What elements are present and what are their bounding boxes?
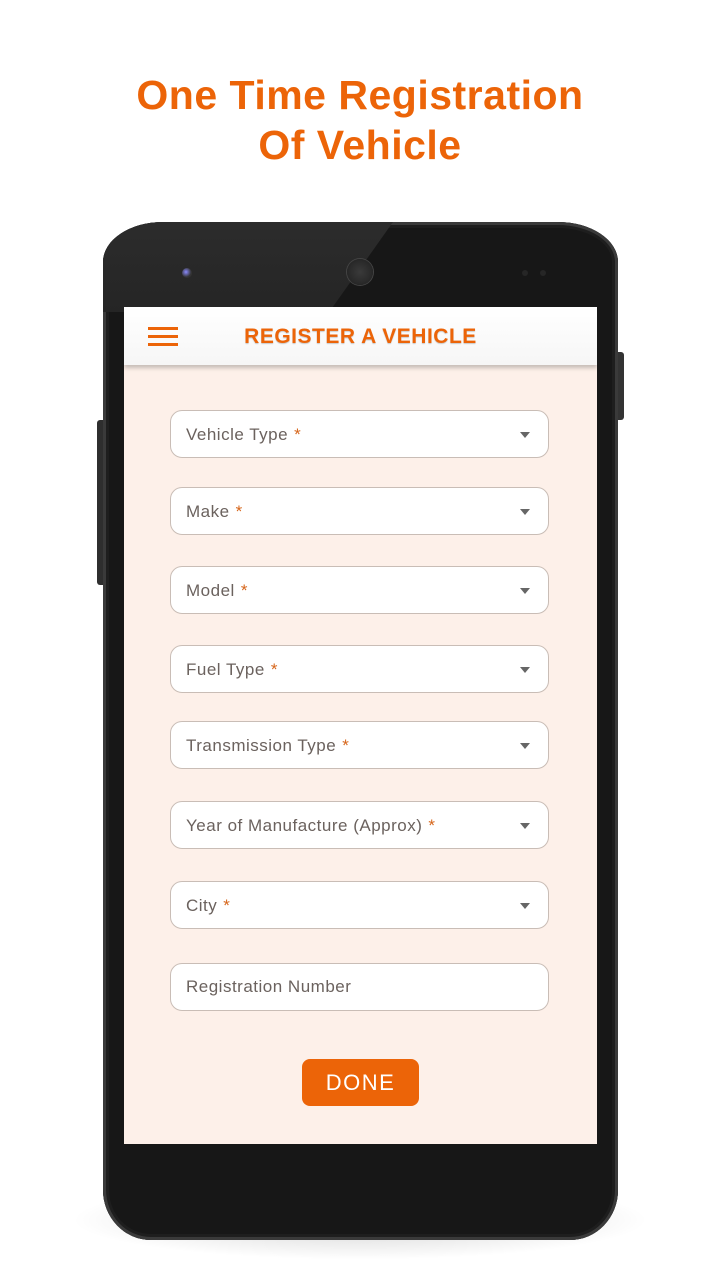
vehicle-type-dropdown[interactable]: Vehicle Type * <box>170 410 549 458</box>
required-marker: * <box>428 816 436 835</box>
field-label: Vehicle Type <box>186 425 289 444</box>
make-dropdown[interactable]: Make * <box>170 487 549 535</box>
field-label: Transmission Type <box>186 736 337 755</box>
app-bar: REGISTER A VEHICLE <box>124 307 597 365</box>
dropdown-arrow-icon <box>520 903 530 909</box>
phone-power-button <box>618 352 624 420</box>
dropdown-arrow-icon <box>520 588 530 594</box>
city-dropdown[interactable]: City * <box>170 881 549 929</box>
transmission-type-dropdown[interactable]: Transmission Type * <box>170 721 549 769</box>
app-screen: REGISTER A VEHICLE Vehicle Type * Make * M… <box>124 307 597 1144</box>
promo-headline: One Time Registration Of Vehicle <box>0 70 720 170</box>
field-label: City <box>186 896 218 915</box>
required-marker: * <box>270 660 278 679</box>
dropdown-arrow-icon <box>520 667 530 673</box>
required-marker: * <box>294 425 302 444</box>
field-label: Make <box>186 502 230 521</box>
earpiece-speaker-icon <box>347 259 373 285</box>
year-of-manufacture-dropdown[interactable]: Year of Manufacture (Approx) * <box>170 801 549 849</box>
field-label: Year of Manufacture (Approx) <box>186 816 423 835</box>
required-marker: * <box>240 581 248 600</box>
fuel-type-dropdown[interactable]: Fuel Type * <box>170 645 549 693</box>
light-sensor-icon <box>540 270 546 276</box>
front-camera-icon <box>182 268 192 278</box>
dropdown-arrow-icon <box>520 432 530 438</box>
registration-number-field[interactable] <box>170 963 549 1011</box>
dropdown-arrow-icon <box>520 509 530 515</box>
dropdown-arrow-icon <box>520 823 530 829</box>
required-marker: * <box>235 502 243 521</box>
required-marker: * <box>342 736 350 755</box>
dropdown-arrow-icon <box>520 743 530 749</box>
headline-line-1: One Time Registration <box>136 72 584 118</box>
registration-number-input[interactable] <box>171 964 548 1010</box>
proximity-sensor-icon <box>522 270 528 276</box>
required-marker: * <box>223 896 231 915</box>
done-button[interactable]: DONE <box>302 1059 419 1106</box>
model-dropdown[interactable]: Model * <box>170 566 549 614</box>
headline-line-2: Of Vehicle <box>258 122 462 168</box>
field-label: Fuel Type <box>186 660 265 679</box>
page-title: REGISTER A VEHICLE <box>244 325 477 348</box>
field-label: Model <box>186 581 235 600</box>
